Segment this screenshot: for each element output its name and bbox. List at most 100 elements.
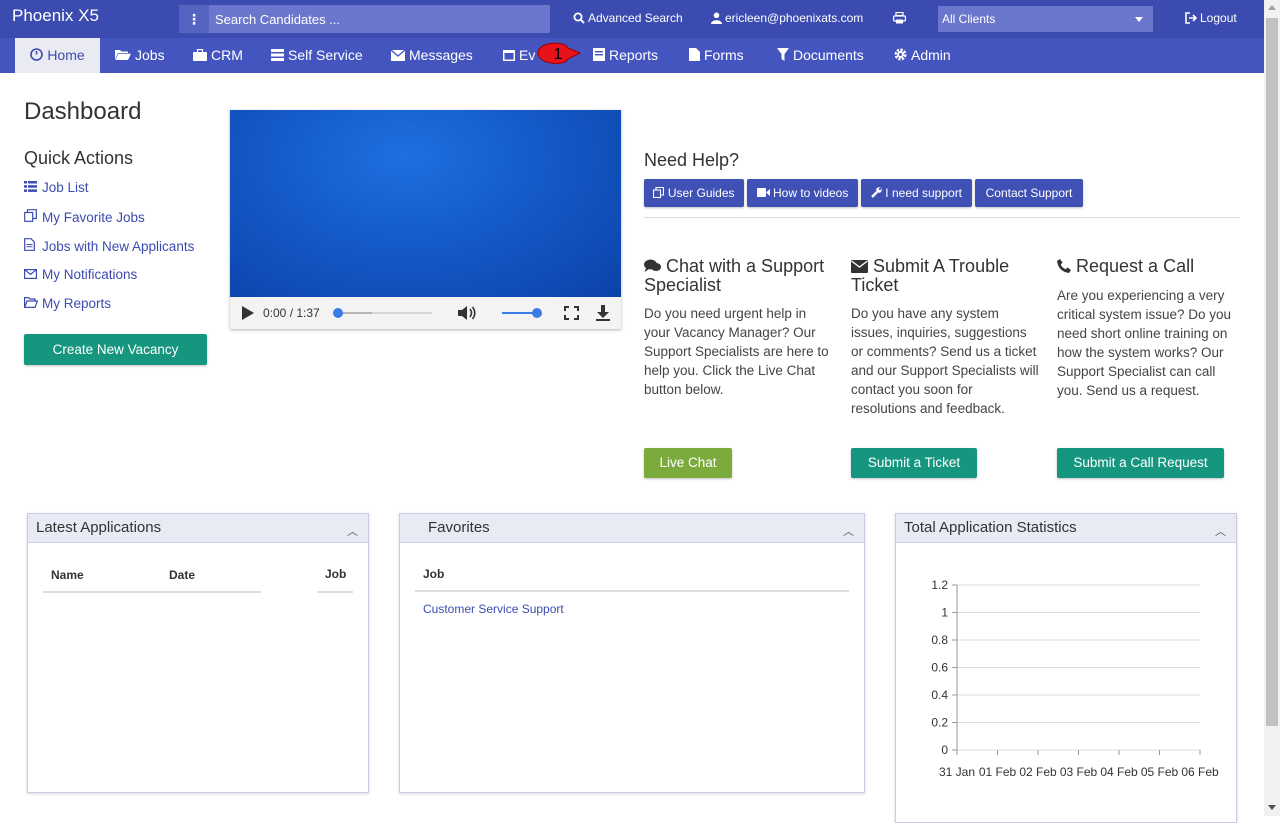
logout-label: Logout [1200,11,1237,25]
quick-action-job-list[interactable]: Job List [24,180,89,195]
volume-slider[interactable] [498,305,548,321]
chart-x-tick-label: 04 Feb [1100,765,1138,779]
video-seek-bar[interactable] [332,305,436,321]
user-guides-label: User Guides [667,186,735,200]
application-statistics-panel: Total Application Statistics ︿ 0 0.2 0.4 0.… [895,513,1237,823]
user-guides-button[interactable]: User Guides [644,179,744,207]
comments-icon [644,259,661,272]
nav-crm[interactable]: CRM [193,38,243,73]
column-header-job[interactable]: Job [423,567,444,581]
copy-icon [653,186,665,199]
live-chat-button[interactable]: Live Chat [644,448,732,478]
print-button[interactable] [893,11,909,25]
search-icon [573,12,585,24]
volume-icon[interactable] [458,305,478,321]
chart-x-tick-label: 03 Feb [1060,765,1098,779]
chevron-up-icon[interactable]: ︿ [347,518,358,546]
create-vacancy-button[interactable]: Create New Vacancy [24,334,207,365]
chat-title-text: Chat with a Support Specialist [644,256,825,295]
quick-action-new-applicants[interactable]: Jobs with New Applicants [24,238,194,254]
panel-header[interactable]: Total Application Statistics ︿ [896,514,1236,543]
envelope-icon [390,38,406,73]
chevron-up-icon[interactable]: ︿ [843,518,854,546]
quick-action-label: My Notifications [42,267,138,282]
brand-logo[interactable]: Phoenix X5 [12,6,99,26]
nav-documents[interactable]: Documents [777,38,864,73]
folder-open-icon [115,38,131,73]
i-need-support-label: I need support [885,186,963,200]
quick-action-notifications[interactable]: My Notifications [24,267,137,282]
video-screen[interactable] [230,110,621,297]
top-bar: Phoenix X5 ⋮ Search Candidates ... Advan… [0,0,1264,38]
scroll-down-arrow[interactable] [1268,805,1276,810]
main-nav: Home Jobs CRM Self Service Messages Ev R… [0,38,1264,73]
dashboard-icon [30,38,44,73]
filter-icon [777,38,789,73]
ticket-title-text: Submit A Trouble Ticket [851,256,1010,295]
panel-header[interactable]: Latest Applications ︿ [28,514,368,543]
scroll-up-arrow[interactable] [1268,5,1276,10]
i-need-support-button[interactable]: I need support [861,179,972,207]
contact-support-button[interactable]: Contact Support [975,179,1083,207]
file-text-icon [24,238,40,254]
column-header-job[interactable]: Job [325,567,346,581]
chart-y-tick-label: 0.2 [931,716,948,730]
nav-admin[interactable]: Admin [894,38,951,73]
step-callout: 1 [537,42,582,65]
submit-ticket-button[interactable]: Submit a Ticket [851,448,977,478]
quick-action-favorite-jobs[interactable]: My Favorite Jobs [24,209,145,225]
video-camera-icon [756,188,770,197]
user-menu[interactable]: ericleen@phoenixats.com [711,11,863,25]
download-icon[interactable] [596,305,610,321]
video-player[interactable]: 0:00 / 1:37 [230,110,621,329]
how-to-videos-button[interactable]: How to videos [747,179,858,207]
chat-title: Chat with a Support Specialist [644,257,834,295]
advanced-search-link[interactable]: Advanced Search [573,11,683,25]
column-header-date[interactable]: Date [169,568,195,582]
envelope-icon [24,267,40,282]
client-select[interactable]: All Clients [938,6,1153,32]
nav-messages[interactable]: Messages [390,38,473,73]
page-title: Dashboard [24,98,142,125]
chart-y-tick-label: 0 [941,743,948,757]
submit-call-request-button[interactable]: Submit a Call Request [1057,448,1224,478]
call-title-text: Request a Call [1076,256,1195,276]
logout-link[interactable]: Logout [1185,11,1237,25]
ticket-description: Do you have any system issues, inquiries… [851,306,1039,416]
chevron-up-icon[interactable]: ︿ [1215,518,1226,546]
panel-title: Latest Applications [36,519,162,536]
nav-events[interactable]: Ev [503,38,535,73]
quick-action-label: My Reports [42,296,112,311]
quick-action-label: Jobs with New Applicants [42,239,195,254]
folder-open-icon [23,296,40,311]
list-icon [24,180,40,195]
quick-action-label: Job List [42,180,89,195]
fullscreen-icon[interactable] [564,306,579,320]
play-icon[interactable] [242,306,254,320]
panel-header[interactable]: Favorites ︿ [400,514,864,543]
wrench-icon [871,187,882,198]
nav-crm-label: CRM [211,47,243,63]
scrollbar-thumb[interactable] [1266,18,1278,726]
chevron-down-icon [1135,17,1143,22]
video-controls: 0:00 / 1:37 [230,297,621,329]
chart-y-tick-label: 0.8 [931,633,948,647]
nav-home[interactable]: Home [15,38,100,73]
column-header-name[interactable]: Name [51,568,84,582]
nav-jobs[interactable]: Jobs [115,38,165,73]
help-divider [644,217,1240,218]
nav-reports[interactable]: Reports [593,38,658,73]
chart-x-tick-label: 06 Feb [1181,765,1219,779]
panel-title: Total Application Statistics [904,519,1077,536]
quick-action-my-reports[interactable]: My Reports [23,296,112,311]
search-menu-icon[interactable]: ⋮ [179,5,209,33]
nav-self-service[interactable]: Self Service [271,38,363,73]
nav-self-service-label: Self Service [288,47,363,63]
search-box[interactable]: ⋮ Search Candidates ... [179,5,550,33]
page-scrollbar[interactable] [1264,0,1280,816]
video-time: 0:00 / 1:37 [263,306,320,320]
nav-forms[interactable]: Forms [689,38,744,73]
gear-icon [894,38,907,73]
favorite-job-link[interactable]: Customer Service Support [423,602,564,616]
search-input[interactable]: Search Candidates ... [215,12,340,27]
